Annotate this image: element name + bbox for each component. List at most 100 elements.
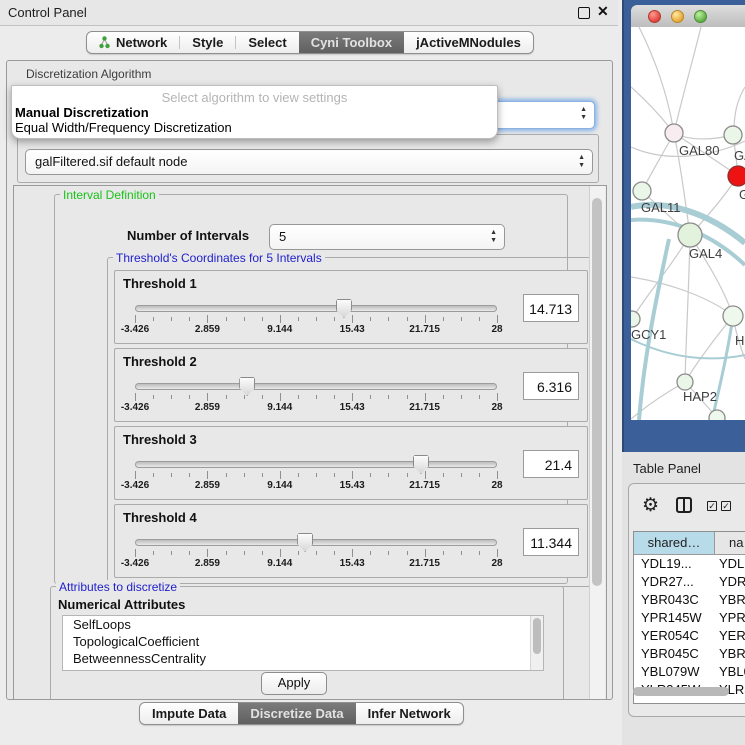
tab-discretize-data[interactable]: Discretize Data <box>238 703 355 724</box>
column-header-shared-name[interactable]: shared… <box>634 532 715 554</box>
thresholds-group: Threshold 1 -3.426 2.859 9.144 15.43 <box>107 257 597 587</box>
slider-track[interactable] <box>135 383 497 390</box>
close-icon[interactable]: ✕ <box>597 3 609 20</box>
tick-label: 2.859 <box>195 480 220 491</box>
node-label: GAL80 <box>679 143 719 158</box>
screen: Control Panel ✕ Network Style <box>0 0 745 745</box>
list-scrollbar[interactable] <box>530 616 543 670</box>
interval-definition-group-title: Interval Definition <box>60 188 159 202</box>
list-item[interactable]: BetweennessCentrality <box>63 650 543 667</box>
slider-ticks <box>135 471 497 479</box>
checkbox-icon[interactable]: ✓ <box>707 501 717 511</box>
zoom-traffic-light-icon[interactable] <box>694 10 707 23</box>
cell: YBR045C <box>641 645 699 663</box>
tick-label: 15.43 <box>340 558 365 569</box>
tick-label: 21.715 <box>409 480 440 491</box>
tab-style[interactable]: Style <box>180 32 235 53</box>
threshold-4-panel: Threshold 4 -3.426 2.859 9.144 15.43 <box>114 504 588 578</box>
tick-label: 2.859 <box>195 558 220 569</box>
cell: YDR2 <box>719 573 745 591</box>
threshold-4-slider[interactable]: -3.426 2.859 9.144 15.43 21.715 28 <box>135 533 497 573</box>
cell: YIL0 <box>719 699 745 704</box>
network-canvas[interactable]: GAL80 GAL11 GAL4 GCY1 HAP2 GA H G <box>631 27 745 420</box>
dropdown-hint: Select algorithm to view settings <box>12 90 497 105</box>
tick-label: 9.144 <box>267 402 292 413</box>
threshold-4-label: Threshold 4 <box>123 510 197 525</box>
threshold-2-panel: Threshold 2 -3.426 2.859 9.144 15.43 <box>114 348 588 422</box>
node-label: GCY1 <box>631 327 666 342</box>
discretization-algorithm-group-title: Discretization Algorithm <box>23 67 154 81</box>
slider-tick-labels: -3.426 2.859 9.144 15.43 21.715 28 <box>135 324 497 336</box>
number-of-intervals-combobox[interactable]: 5 ▲▼ <box>269 224 505 250</box>
threshold-3-slider[interactable]: -3.426 2.859 9.144 15.43 21.715 28 <box>135 455 497 495</box>
tab-select[interactable]: Select <box>236 32 298 53</box>
control-panel-titlebar: Control Panel ✕ <box>0 0 618 26</box>
tab-label: Cyni Toolbox <box>311 35 392 50</box>
table-row[interactable]: YBR043C YBR0 <box>634 591 745 609</box>
network-window-titlebar <box>631 5 745 28</box>
cell: YBL0 <box>719 663 745 681</box>
bottom-tab-bar: Impute Data Discretize Data Infer Networ… <box>139 702 464 725</box>
node-label: G <box>739 187 745 202</box>
table-row[interactable]: YIL052C YIL0 <box>634 699 745 704</box>
cell: YBL079W <box>641 663 700 681</box>
threshold-4-value-field[interactable]: 11.344 <box>523 528 579 556</box>
threshold-1-value-field[interactable]: 14.713 <box>523 294 579 322</box>
threshold-2-value-field[interactable]: 6.316 <box>523 372 579 400</box>
tick-label: 28 <box>491 558 502 569</box>
slider-ticks <box>135 393 497 401</box>
slider-track[interactable] <box>135 305 497 312</box>
window-title: Control Panel <box>8 5 87 20</box>
tab-label: Network <box>116 35 167 50</box>
threshold-1-slider[interactable]: -3.426 2.859 9.144 15.43 21.715 28 <box>135 299 497 339</box>
tab-infer-network[interactable]: Infer Network <box>356 703 463 724</box>
slider-tick-labels: -3.426 2.859 9.144 15.43 21.715 28 <box>135 402 497 414</box>
list-item[interactable]: SelfLoops <box>63 616 543 633</box>
table-row[interactable]: YBL079W YBL0 <box>634 663 745 681</box>
gear-icon[interactable]: ⚙ <box>642 496 659 515</box>
slider-track[interactable] <box>135 461 497 468</box>
tick-label: 28 <box>491 402 502 413</box>
table-data-selected-value: galFiltered.sif default node <box>35 154 187 169</box>
close-traffic-light-icon[interactable] <box>648 10 661 23</box>
tab-jactivemnodules[interactable]: jActiveMNodules <box>404 32 533 53</box>
float-window-icon[interactable] <box>578 7 590 19</box>
cyni-toolbox-panel: Discretization Algorithm ▲▼ Select algor… <box>6 60 613 700</box>
cell: YDR27... <box>641 573 694 591</box>
minimize-traffic-light-icon[interactable] <box>671 10 684 23</box>
table-row[interactable]: YPR145W YPR1 <box>634 609 745 627</box>
column-header-name[interactable]: na <box>729 532 743 554</box>
tick-label: 21.715 <box>409 402 440 413</box>
dropdown-option-manual-discretization[interactable]: Manual Discretization <box>15 105 149 120</box>
threshold-1-panel: Threshold 1 -3.426 2.859 9.144 15.43 <box>114 270 588 344</box>
network-view-window: GAL80 GAL11 GAL4 GCY1 HAP2 GA H G <box>622 0 745 452</box>
tab-label: Select <box>248 35 286 50</box>
threshold-3-label: Threshold 3 <box>123 432 197 447</box>
threshold-3-value-field[interactable]: 21.4 <box>523 450 579 478</box>
tab-impute-data[interactable]: Impute Data <box>140 703 238 724</box>
horizontal-scrollbar[interactable] <box>633 687 729 696</box>
tick-label: 28 <box>491 480 502 491</box>
slider-track[interactable] <box>135 539 497 546</box>
table-data-combobox[interactable]: galFiltered.sif default node ▲▼ <box>25 149 593 175</box>
node-gal4 <box>678 223 702 247</box>
table-row[interactable]: YBR045C YBR0 <box>634 645 745 663</box>
dropdown-option-equal-width-frequency[interactable]: Equal Width/Frequency Discretization <box>15 120 232 135</box>
tick-label: 28 <box>491 324 502 335</box>
scrollbar-thumb[interactable] <box>592 198 602 586</box>
tab-network[interactable]: Network <box>87 32 179 53</box>
network-node-labels: GAL80 GAL11 GAL4 GCY1 HAP2 GA H G <box>631 143 745 404</box>
checkbox-icon[interactable]: ✓ <box>721 501 731 511</box>
tick-label: 9.144 <box>267 480 292 491</box>
tick-label: -3.426 <box>121 324 149 335</box>
table-row[interactable]: YER054C YER0 <box>634 627 745 645</box>
table-row[interactable]: YDL19... YDL1 <box>634 555 745 573</box>
threshold-2-slider[interactable]: -3.426 2.859 9.144 15.43 21.715 28 <box>135 377 497 417</box>
tab-cyni-toolbox[interactable]: Cyni Toolbox <box>299 32 404 53</box>
tick-label: 2.859 <box>195 402 220 413</box>
apply-button[interactable]: Apply <box>261 672 327 695</box>
table-row[interactable]: YDR27... YDR2 <box>634 573 745 591</box>
list-item[interactable]: TopologicalCoefficient <box>63 633 543 650</box>
split-pane-icon[interactable] <box>676 497 692 513</box>
vertical-scrollbar[interactable] <box>589 186 605 699</box>
